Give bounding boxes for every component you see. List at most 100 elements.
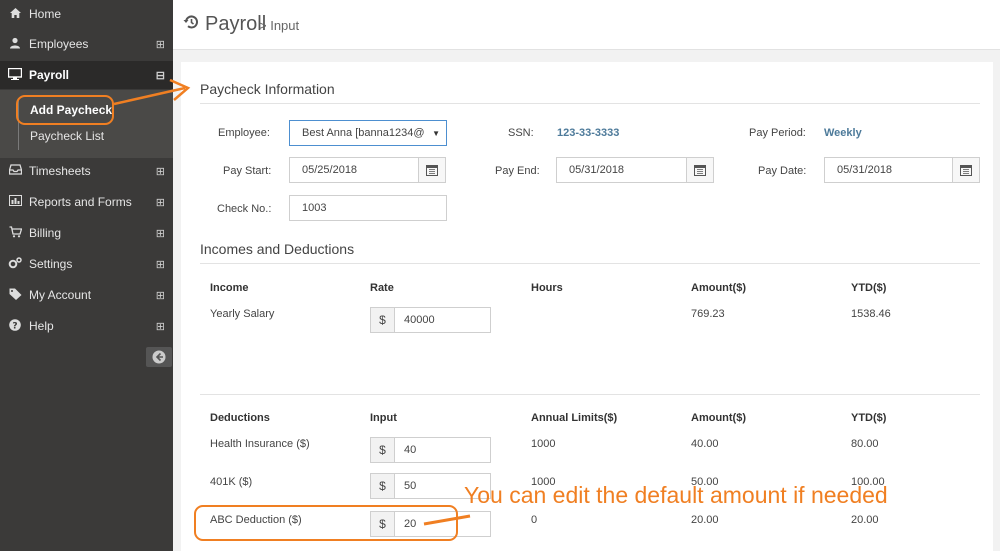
nav-label: Employees xyxy=(29,37,89,51)
nav-timesheets[interactable]: Timesheets ⊞ xyxy=(0,157,173,185)
pay-start-label: Pay Start: xyxy=(223,165,272,177)
expand-icon[interactable]: ⊞ xyxy=(156,165,165,178)
divider xyxy=(200,394,980,395)
nav-settings[interactable]: Settings ⊞ xyxy=(0,250,173,278)
expand-icon[interactable]: ⊞ xyxy=(156,289,165,302)
nav-label: Reports and Forms xyxy=(29,195,132,209)
income-name: Yearly Salary xyxy=(210,308,275,320)
calendar-icon xyxy=(960,165,972,176)
col-deductions: Deductions xyxy=(210,412,270,424)
pay-end-input[interactable]: 05/31/2018 xyxy=(556,157,687,183)
pay-start-calendar-button[interactable] xyxy=(418,157,446,183)
nav-label: Timesheets xyxy=(29,164,91,178)
arrow-left-circle-icon xyxy=(152,350,166,364)
check-no-label: Check No.: xyxy=(217,203,272,215)
pay-date-value: 05/31/2018 xyxy=(837,164,893,176)
nav-billing[interactable]: Billing ⊞ xyxy=(0,219,173,247)
col-ytd: YTD($) xyxy=(851,412,887,424)
deduction-limit: 1000 xyxy=(531,438,556,450)
bar-chart-icon xyxy=(7,195,23,209)
home-icon xyxy=(7,7,23,22)
tag-icon xyxy=(7,288,23,303)
history-icon xyxy=(183,14,199,35)
deduction-amount: 40.00 xyxy=(691,438,719,450)
employee-select[interactable]: Best Anna [banna1234@ ▼ xyxy=(289,120,447,146)
pay-end-value: 05/31/2018 xyxy=(569,164,625,176)
pay-end-calendar-button[interactable] xyxy=(686,157,714,183)
calendar-icon xyxy=(694,165,706,176)
col-amount: Amount($) xyxy=(691,282,746,294)
pay-date-input[interactable]: 05/31/2018 xyxy=(824,157,953,183)
col-ytd: YTD($) xyxy=(851,282,887,294)
nav-label: Settings xyxy=(29,257,73,271)
pay-period-label: Pay Period: xyxy=(749,127,806,139)
nav-payroll[interactable]: Payroll ⊟ xyxy=(0,61,173,89)
caret-down-icon: ▼ xyxy=(432,128,440,138)
col-hours: Hours xyxy=(531,282,563,294)
expand-icon[interactable]: ⊞ xyxy=(156,258,165,271)
rate-input[interactable]: $ 40000 xyxy=(370,307,491,333)
check-no-value: 1003 xyxy=(302,202,327,214)
payroll-form: Paycheck Information Employee: Best Anna… xyxy=(181,62,993,551)
pay-end-label: Pay End: xyxy=(495,165,540,177)
pay-date-label: Pay Date: xyxy=(758,165,807,177)
svg-text:?: ? xyxy=(12,321,17,331)
rate-value: 40000 xyxy=(404,314,435,326)
sidebar: Home Employees ⊞ Payroll ⊟ Add Paycheck … xyxy=(0,0,173,551)
submenu-paycheck-list[interactable]: Paycheck List xyxy=(30,129,104,143)
monitor-icon xyxy=(7,67,23,83)
collapse-icon[interactable]: ⊟ xyxy=(156,69,165,82)
annotation-highlight-abc-deduction xyxy=(194,505,458,541)
col-income: Income xyxy=(210,282,249,294)
divider xyxy=(200,263,980,264)
user-icon xyxy=(7,37,23,52)
expand-icon[interactable]: ⊞ xyxy=(156,38,165,51)
pay-start-input[interactable]: 05/25/2018 xyxy=(289,157,419,183)
annotation-highlight-add-paycheck xyxy=(16,95,114,125)
nav-label: Payroll xyxy=(29,68,70,82)
deduction-ytd: 80.00 xyxy=(851,438,879,450)
check-no-input[interactable]: 1003 xyxy=(289,195,447,221)
dollar-addon: $ xyxy=(371,308,395,332)
nav-home[interactable]: Home xyxy=(0,0,173,28)
nav-label: Help xyxy=(29,319,54,333)
deduction-ytd: 20.00 xyxy=(851,514,879,526)
deduction-name: 401K ($) xyxy=(210,476,253,488)
main-area: Payroll > Input Paycheck Information Emp… xyxy=(173,0,1000,551)
deduction-amount: 20.00 xyxy=(691,514,719,526)
dollar-addon: $ xyxy=(371,438,395,462)
deduction-name: Health Insurance ($) xyxy=(210,438,310,450)
page-title: Payroll xyxy=(205,13,267,35)
pay-period-value: Weekly xyxy=(824,127,862,139)
pay-start-value: 05/25/2018 xyxy=(302,164,358,176)
sidebar-collapse-button[interactable] xyxy=(146,347,172,367)
col-annual-limits: Annual Limits($) xyxy=(531,412,618,424)
gears-icon xyxy=(7,256,23,272)
nav-label: My Account xyxy=(29,288,92,302)
inbox-icon xyxy=(7,164,23,178)
nav-help[interactable]: ? Help ⊞ xyxy=(0,312,173,340)
expand-icon[interactable]: ⊞ xyxy=(156,196,165,209)
nav-my-account[interactable]: My Account ⊞ xyxy=(0,281,173,309)
question-icon: ? xyxy=(7,318,23,334)
expand-icon[interactable]: ⊞ xyxy=(156,227,165,240)
employee-value: Best Anna [banna1234@ xyxy=(302,127,425,139)
employee-label: Employee: xyxy=(218,127,270,139)
nav-reports[interactable]: Reports and Forms ⊞ xyxy=(0,188,173,216)
deduction-limit: 0 xyxy=(531,514,538,526)
pay-date-calendar-button[interactable] xyxy=(952,157,980,183)
annotation-text: You can edit the default amount if neede… xyxy=(464,482,888,508)
col-amount: Amount($) xyxy=(691,412,746,424)
deduction-input[interactable]: $ 40 xyxy=(370,437,491,463)
income-ytd: 1538.46 xyxy=(851,308,891,320)
ssn-label: SSN: xyxy=(508,127,534,139)
calendar-icon xyxy=(426,165,438,176)
paycheck-section-title: Paycheck Information xyxy=(200,81,335,97)
breadcrumb: > Input xyxy=(259,18,300,33)
incomes-section-title: Incomes and Deductions xyxy=(200,241,355,257)
deduction-input-value: 40 xyxy=(404,444,417,456)
expand-icon[interactable]: ⊞ xyxy=(156,320,165,333)
page-header: Payroll > Input xyxy=(173,0,1000,50)
ssn-value: 123-33-3333 xyxy=(557,127,620,139)
nav-employees[interactable]: Employees ⊞ xyxy=(0,30,173,58)
